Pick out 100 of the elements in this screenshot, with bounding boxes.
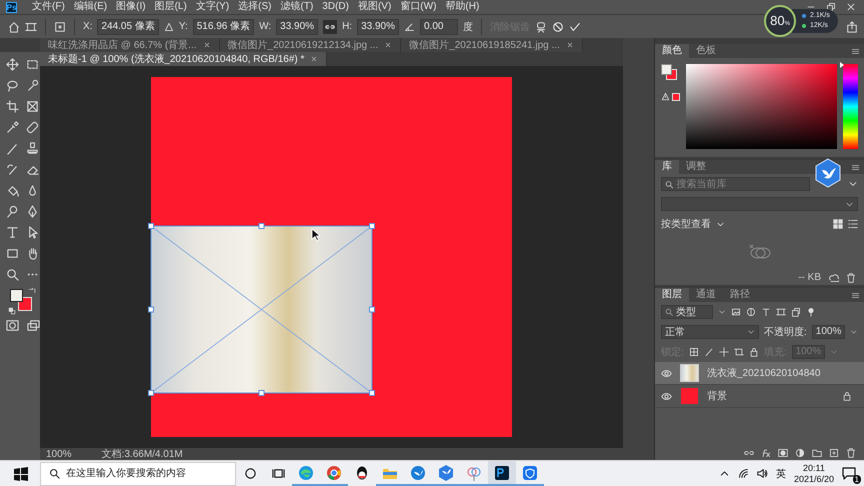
lock-transparency-icon[interactable]	[688, 347, 699, 357]
bird-logo-icon[interactable]	[814, 158, 842, 188]
color-swatches[interactable]	[10, 289, 32, 311]
document-tab[interactable]: 微信图片_20210619212134.jpg ...	[220, 38, 402, 52]
zoom-icon[interactable]	[6, 268, 19, 281]
menu-item[interactable]: 窗口(W)	[400, 1, 436, 13]
menu-item[interactable]: 文字(Y)	[196, 1, 230, 13]
volume-icon[interactable]	[756, 468, 768, 479]
x-position-field[interactable]: 244.05 像素	[97, 18, 159, 34]
menu-item[interactable]: 编辑(E)	[74, 1, 108, 13]
image-filter-icon[interactable]	[731, 307, 741, 317]
link-layers-icon[interactable]	[744, 448, 754, 458]
grid-view-icon[interactable]	[833, 219, 843, 229]
filter-toggle-icon[interactable]	[806, 307, 816, 317]
chevron-icon[interactable]	[848, 179, 858, 189]
move-icon[interactable]	[6, 58, 19, 71]
cortana-icon[interactable]	[244, 467, 256, 480]
taskbar-app[interactable]	[488, 461, 516, 486]
lock-position-icon[interactable]	[718, 347, 729, 357]
layer-filter-dropdown[interactable]: 类型	[661, 305, 713, 319]
angle-field[interactable]: 0.00	[420, 18, 458, 34]
clock[interactable]: 20:11 2021/6/20	[794, 462, 834, 484]
menu-item[interactable]: 文件(F)	[32, 1, 65, 13]
frame-icon[interactable]	[26, 100, 39, 113]
crop-icon[interactable]	[6, 100, 19, 113]
y-position-field[interactable]: 516.96 像素	[192, 18, 254, 34]
commit-check-icon[interactable]	[569, 20, 581, 32]
width-field[interactable]: 33.90%	[276, 18, 318, 34]
task-view-icon[interactable]	[272, 467, 284, 480]
arrow-cursor-icon[interactable]	[26, 226, 39, 239]
eye-icon[interactable]	[661, 368, 672, 378]
trash-icon[interactable]	[846, 448, 856, 458]
menu-item[interactable]: 视图(V)	[358, 1, 392, 13]
opacity-field[interactable]: 100%	[812, 325, 846, 339]
close-icon[interactable]	[310, 55, 318, 63]
menu-item[interactable]: 3D(D)	[322, 1, 349, 13]
quick-selection-icon[interactable]	[26, 79, 39, 92]
document-tab[interactable]: 味红洗涤用品店 @ 66.7% (背景...	[40, 38, 220, 52]
panel-tab[interactable]: 图层	[655, 288, 689, 302]
layer-row[interactable]: 洗衣液_20210620104840	[655, 362, 864, 385]
paint-bucket-icon[interactable]	[6, 184, 19, 197]
hand-icon[interactable]	[26, 247, 39, 260]
panel-tab[interactable]: 调整	[679, 160, 713, 174]
chevron-icon[interactable]	[718, 308, 726, 316]
default-colors-icon[interactable]	[8, 307, 16, 315]
close-icon[interactable]	[202, 41, 211, 49]
drop-icon[interactable]	[26, 184, 39, 197]
cancel-icon[interactable]	[552, 20, 564, 32]
windows-logo-icon[interactable]	[14, 466, 28, 480]
smart-object-filter-icon[interactable]	[791, 307, 801, 317]
document-tab[interactable]: 微信图片_20210619185241.jpg ...	[401, 38, 583, 52]
shape-filter-icon[interactable]	[776, 307, 786, 317]
warp-icon[interactable]	[535, 20, 547, 32]
eye-icon[interactable]	[661, 390, 672, 402]
menu-item[interactable]: 图像(I)	[116, 1, 146, 13]
new-layer-icon[interactable]	[829, 448, 839, 458]
rectangle-icon[interactable]	[6, 247, 19, 260]
screen-mode-icon[interactable]	[27, 319, 40, 332]
menu-item[interactable]: 图层(L)	[154, 1, 187, 13]
delta-icon[interactable]	[164, 22, 174, 32]
eraser-icon[interactable]	[26, 163, 39, 176]
layer-row[interactable]: 背景	[655, 385, 864, 408]
adjustment-layer-icon[interactable]	[795, 448, 805, 458]
panel-tab[interactable]: 通道	[689, 288, 723, 302]
lasso-icon[interactable]	[6, 79, 19, 92]
close-icon[interactable]	[384, 41, 392, 49]
eyedropper-icon[interactable]	[6, 121, 19, 134]
panel-menu-icon[interactable]	[851, 162, 860, 172]
panel-tab[interactable]: 路径	[723, 288, 757, 302]
close-icon[interactable]	[566, 41, 574, 49]
color-swatches[interactable]	[661, 64, 677, 80]
panel-tab[interactable]: 色板	[689, 44, 723, 58]
list-view-icon[interactable]	[848, 219, 858, 229]
hue-slider[interactable]	[843, 64, 858, 149]
swap-colors-icon[interactable]	[28, 287, 36, 295]
menu-item[interactable]: 滤镜(T)	[280, 1, 314, 13]
height-field[interactable]: 33.90%	[357, 18, 399, 34]
color-spectrum[interactable]	[686, 64, 837, 149]
angle-icon[interactable]	[404, 21, 415, 32]
transform-box-icon[interactable]	[25, 20, 37, 32]
lock-pixels-icon[interactable]	[704, 347, 714, 357]
trash-icon[interactable]	[846, 272, 856, 282]
brush-icon[interactable]	[6, 142, 19, 155]
text-tool-icon[interactable]	[6, 226, 19, 239]
chevron-icon[interactable]	[850, 328, 858, 336]
fx-icon[interactable]	[761, 448, 771, 458]
input-method-indicator[interactable]: 英	[776, 466, 786, 480]
quick-mask-icon[interactable]	[6, 319, 19, 332]
dodge-icon[interactable]	[6, 205, 19, 218]
bandage-icon[interactable]	[26, 121, 39, 134]
blend-mode-dropdown[interactable]: 正常	[661, 325, 759, 339]
link-proportions-button[interactable]	[323, 20, 338, 34]
panel-tab[interactable]: 颜色	[655, 44, 689, 58]
marquee-icon[interactable]	[26, 58, 39, 71]
type-filter-icon[interactable]	[761, 307, 771, 317]
reference-point-icon[interactable]	[54, 20, 66, 32]
mask-icon[interactable]	[778, 448, 788, 458]
pen-icon[interactable]	[26, 205, 39, 218]
cloud-sync-icon[interactable]	[828, 272, 839, 283]
panel-menu-icon[interactable]	[851, 290, 860, 300]
